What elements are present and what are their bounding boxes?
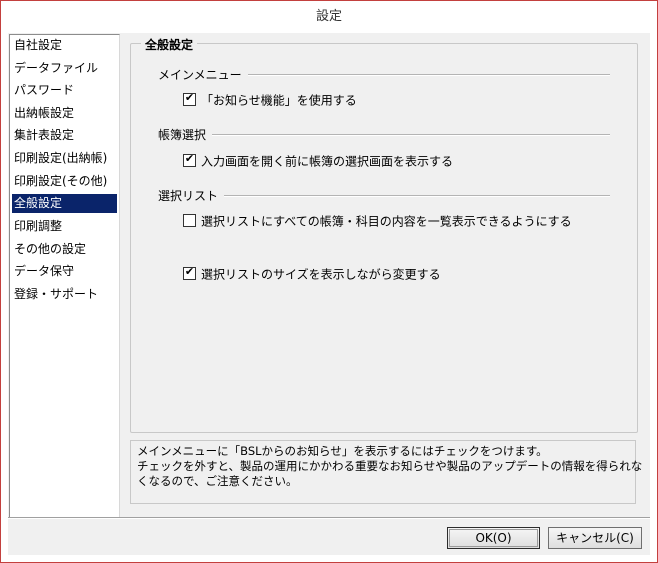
- checkbox-label: 入力画面を開く前に帳簿の選択画面を表示する: [201, 154, 454, 169]
- sidebar-item-cashbook-settings[interactable]: 出納帳設定: [12, 104, 117, 123]
- checkbox-box[interactable]: [183, 214, 196, 227]
- divider: [158, 195, 610, 197]
- checkbox-label: 選択リストにすべての帳簿・科目の内容を一覧表示できるようにする: [201, 214, 572, 229]
- settings-category-list[interactable]: 自社設定 データファイル パスワード 出納帳設定 集計表設定 印刷設定(出納帳)…: [9, 34, 120, 519]
- checkbox-box[interactable]: ✔: [183, 265, 196, 280]
- window-title: 設定: [1, 1, 657, 33]
- sidebar-item-password[interactable]: パスワード: [12, 81, 117, 100]
- sidebar-item-print-cashbook[interactable]: 印刷設定(出納帳): [12, 149, 117, 168]
- checkbox-label: 「お知らせ機能」を使用する: [201, 93, 357, 108]
- sidebar-item-general-settings[interactable]: 全般設定: [12, 194, 117, 213]
- sidebar-item-data-maintenance[interactable]: データ保守: [12, 262, 117, 281]
- bottom-separator: [8, 517, 650, 519]
- sidebar-item-data-file[interactable]: データファイル: [12, 59, 117, 78]
- section-ledger-select-label: 帳簿選択: [158, 126, 213, 143]
- section-select-list-label: 選択リスト: [158, 187, 225, 204]
- check-icon: ✔: [184, 265, 195, 278]
- description-box: メインメニューに「BSLからのお知らせ」を表示するにはチェックをつけます。 チェ…: [130, 440, 643, 504]
- check-icon: ✔: [184, 91, 195, 104]
- divider: [158, 134, 610, 136]
- select-list-live-resize-checkbox[interactable]: ✔ 選択リストのサイズを表示しながら変更する: [183, 265, 441, 282]
- settings-window: 設定 自社設定 データファイル パスワード 出納帳設定 集計表設定 印刷設定(出…: [0, 0, 658, 563]
- check-icon: ✔: [184, 152, 195, 165]
- description-line: チェックを外すと、製品の運用にかかわる重要なお知らせや製品のアップデートの情報を…: [137, 459, 643, 473]
- section-main-menu-label: メインメニュー: [158, 66, 248, 83]
- sidebar-item-print-adjust[interactable]: 印刷調整: [12, 217, 117, 236]
- group-title: 全般設定: [141, 36, 198, 53]
- description-line: メインメニューに「BSLからのお知らせ」を表示するにはチェックをつけます。: [137, 444, 548, 458]
- checkbox-label: 選択リストのサイズを表示しながら変更する: [201, 267, 441, 282]
- notice-feature-checkbox[interactable]: ✔ 「お知らせ機能」を使用する: [183, 91, 357, 108]
- cancel-button[interactable]: キャンセル(C): [548, 527, 642, 549]
- sidebar-item-summary-settings[interactable]: 集計表設定: [12, 126, 117, 145]
- checkbox-box[interactable]: ✔: [183, 152, 196, 167]
- sidebar-item-other-settings[interactable]: その他の設定: [12, 240, 117, 259]
- ok-button[interactable]: OK(O): [447, 527, 540, 549]
- sidebar-item-registration-support[interactable]: 登録・サポート: [12, 285, 117, 304]
- checkbox-box[interactable]: ✔: [183, 91, 196, 106]
- sidebar-item-print-other[interactable]: 印刷設定(その他): [12, 172, 117, 191]
- select-list-show-all-checkbox[interactable]: 選択リストにすべての帳簿・科目の内容を一覧表示できるようにする: [183, 213, 572, 229]
- ledger-selection-screen-checkbox[interactable]: ✔ 入力画面を開く前に帳簿の選択画面を表示する: [183, 152, 454, 169]
- sidebar-item-company-settings[interactable]: 自社設定: [12, 36, 117, 55]
- dialog-client-area: 自社設定 データファイル パスワード 出納帳設定 集計表設定 印刷設定(出納帳)…: [8, 33, 650, 555]
- description-line: くなるので、ご注意ください。: [137, 474, 298, 488]
